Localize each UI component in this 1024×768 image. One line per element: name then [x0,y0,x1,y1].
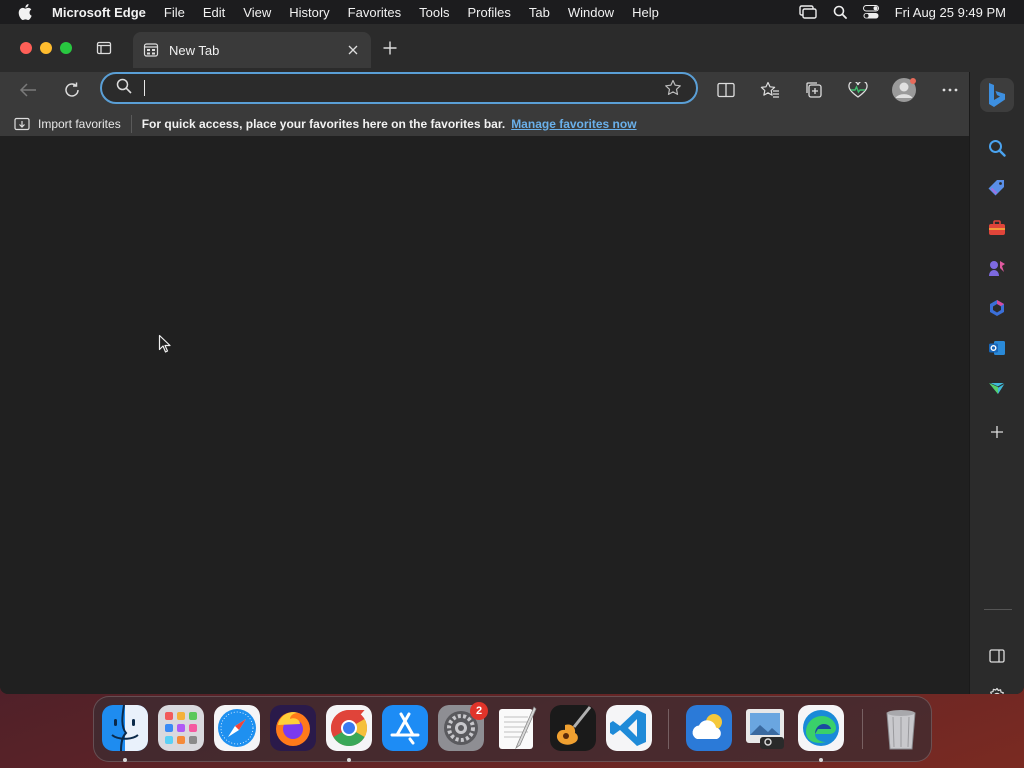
new-tab-page-icon [143,42,159,58]
settings-icon[interactable] [987,686,1007,694]
running-indicator [123,758,127,762]
sidebar-divider [984,609,1012,610]
tools-icon[interactable] [987,218,1007,238]
title-bar: New Tab [0,24,1024,72]
window-controls [20,42,72,54]
notification-badge: 2 [470,702,488,720]
browser-essentials-icon[interactable] [846,78,870,102]
text-caret [144,80,145,96]
mouse-pointer-icon [158,334,172,359]
menu-bar: Microsoft Edge File Edit View History Fa… [0,0,1024,24]
back-icon[interactable] [16,78,40,102]
favorites-bar-hint: For quick access, place your favorites h… [141,116,506,131]
menu-window[interactable]: Window [559,5,623,20]
close-tab-icon[interactable] [345,42,361,58]
close-window-button[interactable] [20,42,32,54]
menu-history[interactable]: History [280,5,338,20]
tab-actions-icon[interactable] [94,38,114,58]
textedit-app-icon[interactable] [494,705,540,751]
fullscreen-window-button[interactable] [60,42,72,54]
favorites-icon[interactable] [758,78,782,102]
tab-title: New Tab [169,42,220,58]
copilot-icon[interactable] [980,78,1014,112]
chrome-app-icon[interactable] [326,705,372,751]
favorites-bar-divider [130,114,132,133]
split-screen-icon[interactable] [714,78,738,102]
menu-view[interactable]: View [234,5,280,20]
menu-bar-clock[interactable]: Fri Aug 25 9:49 PM [895,5,1006,20]
minimize-window-button[interactable] [40,42,52,54]
add-favorite-star-icon[interactable] [664,79,682,97]
manage-favorites-link[interactable]: Manage favorites now [511,117,636,131]
screen-mirroring-icon[interactable] [799,5,817,19]
edge-sidebar [969,72,1024,694]
office-icon[interactable] [987,298,1007,318]
refresh-icon[interactable] [60,78,84,102]
firefox-app-icon[interactable] [270,705,316,751]
navigation-toolbar [0,72,1024,108]
preview-app-icon[interactable] [742,705,788,751]
control-center-icon[interactable] [862,5,879,19]
profile-avatar[interactable] [890,76,918,104]
menu-app-name[interactable]: Microsoft Edge [52,5,155,20]
import-favorites-button[interactable]: Import favorites [14,117,121,131]
hide-sidebar-icon[interactable] [987,646,1007,666]
edge-window: New Tab Import favorites For quick acces… [0,24,1024,694]
garageband-app-icon[interactable] [550,705,596,751]
dock: 2 [93,696,932,762]
search-icon [116,78,132,99]
collections-icon[interactable] [802,78,826,102]
more-options-icon[interactable] [938,78,962,102]
app-store-app-icon[interactable] [382,705,428,751]
search-icon[interactable] [987,138,1007,158]
menu-favorites[interactable]: Favorites [339,5,410,20]
menu-profiles[interactable]: Profiles [459,5,520,20]
menu-edit[interactable]: Edit [194,5,234,20]
menu-tab[interactable]: Tab [520,5,559,20]
apple-menu-icon[interactable] [18,4,34,20]
dock-divider [668,709,669,749]
vscode-app-icon[interactable] [606,705,652,751]
edge-app-icon[interactable] [798,705,844,751]
games-icon[interactable] [987,258,1007,278]
outlook-icon[interactable] [987,338,1007,358]
weather-app-icon[interactable] [686,705,732,751]
page-content[interactable] [0,136,969,694]
drop-icon[interactable] [987,378,1007,398]
address-input[interactable] [155,76,664,100]
menu-tools[interactable]: Tools [410,5,458,20]
address-bar[interactable] [100,72,698,104]
add-icon[interactable] [987,422,1007,442]
running-indicator [819,758,823,762]
trash-icon[interactable] [878,705,924,751]
menu-help[interactable]: Help [623,5,668,20]
finder-app-icon[interactable] [102,705,148,751]
status-area: Fri Aug 25 9:49 PM [799,5,1024,20]
safari-app-icon[interactable] [214,705,260,751]
running-indicator [347,758,351,762]
spotlight-search-icon[interactable] [833,5,847,19]
shopping-tag-icon[interactable] [987,178,1007,198]
new-tab-icon[interactable] [380,38,400,58]
menu-file[interactable]: File [155,5,194,20]
launchpad-app-icon[interactable] [158,705,204,751]
import-favorites-label: Import favorites [38,116,121,131]
dock-divider [862,709,863,749]
tab-new-tab[interactable]: New Tab [133,32,371,68]
